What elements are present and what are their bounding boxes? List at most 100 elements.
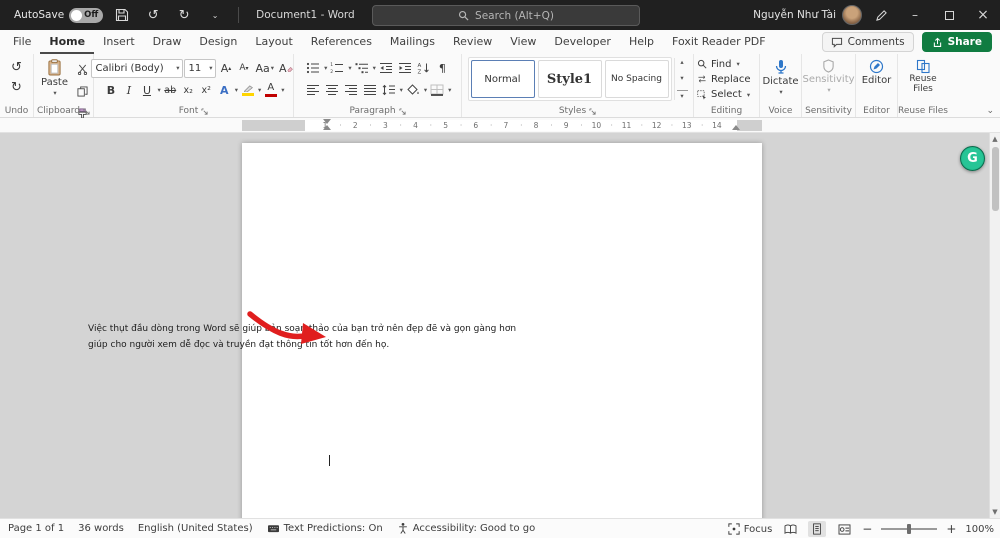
grammarly-icon[interactable]: G xyxy=(960,146,985,171)
numbering-icon[interactable]: 12 xyxy=(328,58,346,78)
web-layout-icon[interactable] xyxy=(835,521,853,537)
font-size-combo[interactable]: 11 ▾ xyxy=(184,59,216,78)
undo-icon[interactable]: ↺ xyxy=(8,57,25,77)
show-paragraph-marks-icon[interactable]: ¶ xyxy=(434,58,451,78)
italic-button[interactable]: I xyxy=(120,80,137,100)
subscript-button[interactable]: x₂ xyxy=(180,80,197,100)
tab-developer[interactable]: Developer xyxy=(545,30,620,54)
horizontal-ruler[interactable]: 1 2 3 4 5 6 7 8 9 10 11 12 13 14 xyxy=(0,118,1000,133)
change-case-button[interactable]: Aa▾ xyxy=(253,58,276,78)
highlight-button[interactable] xyxy=(239,80,256,100)
tab-references[interactable]: References xyxy=(302,30,381,54)
sensitivity-button[interactable]: Sensitivity ▾ xyxy=(798,57,858,96)
inking-pen-icon[interactable] xyxy=(866,0,896,30)
dictate-button[interactable]: Dictate ▾ xyxy=(758,57,802,98)
right-indent-marker[interactable] xyxy=(732,125,740,130)
copy-icon[interactable] xyxy=(74,81,91,101)
styles-scroll-down-icon[interactable]: ▾ xyxy=(677,74,688,82)
shading-icon[interactable] xyxy=(404,80,422,100)
borders-dropdown-icon[interactable]: ▾ xyxy=(448,86,451,94)
font-dialog-launcher-icon[interactable] xyxy=(201,108,208,115)
tab-home[interactable]: Home xyxy=(40,30,94,54)
tab-mailings[interactable]: Mailings xyxy=(381,30,444,54)
font-color-dropdown-icon[interactable]: ▾ xyxy=(281,86,284,94)
share-button[interactable]: Share xyxy=(922,32,992,52)
select-button[interactable]: Select ▾ xyxy=(697,88,756,102)
strikethrough-button[interactable]: ab xyxy=(162,80,179,100)
style-no-spacing[interactable]: No Spacing xyxy=(605,60,669,98)
left-indent-marker[interactable] xyxy=(323,125,331,130)
line-spacing-dropdown-icon[interactable]: ▾ xyxy=(400,86,403,94)
increase-indent-icon[interactable] xyxy=(396,58,414,78)
tab-draw[interactable]: Draw xyxy=(144,30,191,54)
vertical-scrollbar[interactable]: ▲ ▼ xyxy=(989,133,1000,518)
style-style1[interactable]: Style1 xyxy=(538,60,602,98)
undo-quick-icon[interactable]: ↺ xyxy=(141,3,165,27)
zoom-out-icon[interactable]: − xyxy=(862,522,872,536)
bullets-dropdown-icon[interactable]: ▾ xyxy=(324,64,327,72)
cut-icon[interactable] xyxy=(74,59,91,79)
language-indicator[interactable]: English (United States) xyxy=(138,523,253,534)
scroll-down-icon[interactable]: ▼ xyxy=(992,506,997,518)
styles-dialog-launcher-icon[interactable] xyxy=(589,108,596,115)
tab-insert[interactable]: Insert xyxy=(94,30,144,54)
clear-formatting-button[interactable]: A xyxy=(277,58,296,78)
first-line-indent-marker[interactable] xyxy=(323,119,331,124)
justify-icon[interactable] xyxy=(361,80,379,100)
grow-font-button[interactable]: A▴ xyxy=(217,58,234,78)
align-left-icon[interactable] xyxy=(304,80,322,100)
text-effects-button[interactable]: A xyxy=(216,80,233,100)
numbering-dropdown-icon[interactable]: ▾ xyxy=(348,64,351,72)
scroll-up-icon[interactable]: ▲ xyxy=(992,133,997,145)
bullets-icon[interactable] xyxy=(304,58,322,78)
accessibility-item[interactable]: Accessibility: Good to go xyxy=(397,522,536,535)
save-icon[interactable] xyxy=(110,3,134,27)
font-color-button[interactable]: A xyxy=(262,80,279,100)
styles-scroll-up-icon[interactable]: ▴ xyxy=(677,58,688,66)
reuse-files-button[interactable]: Reuse Files xyxy=(897,57,949,97)
align-center-icon[interactable] xyxy=(323,80,341,100)
repeat-icon[interactable]: ↻ xyxy=(8,77,25,97)
line-spacing-icon[interactable] xyxy=(380,80,398,100)
bold-button[interactable]: B xyxy=(102,80,119,100)
comments-button[interactable]: Comments xyxy=(822,32,914,52)
superscript-button[interactable]: x² xyxy=(198,80,215,100)
focus-button[interactable]: Focus xyxy=(728,523,773,535)
avatar[interactable] xyxy=(842,5,862,25)
autosave-toggle[interactable]: AutoSave Off xyxy=(14,8,103,23)
zoom-slider[interactable] xyxy=(881,528,937,530)
scrollbar-thumb[interactable] xyxy=(992,147,999,211)
tab-foxit-reader-pdf[interactable]: Foxit Reader PDF xyxy=(663,30,775,54)
read-mode-icon[interactable] xyxy=(781,521,799,537)
sort-icon[interactable]: AZ xyxy=(415,58,433,78)
page-indicator[interactable]: Page 1 of 1 xyxy=(8,523,64,534)
styles-more-icon[interactable]: ▾ xyxy=(677,90,688,100)
zoom-level[interactable]: 100% xyxy=(965,524,994,535)
shrink-font-button[interactable]: A▾ xyxy=(235,58,252,78)
tab-design[interactable]: Design xyxy=(190,30,246,54)
maximize-button[interactable] xyxy=(934,0,964,30)
multilevel-list-icon[interactable] xyxy=(353,58,371,78)
tab-help[interactable]: Help xyxy=(620,30,663,54)
font-name-combo[interactable]: Calibri (Body) ▾ xyxy=(91,59,183,78)
replace-button[interactable]: Replace xyxy=(697,72,756,86)
align-right-icon[interactable] xyxy=(342,80,360,100)
clipboard-dialog-launcher-icon[interactable] xyxy=(83,108,90,115)
autosave-switch[interactable]: Off xyxy=(69,8,103,23)
customize-quick-access-icon[interactable]: ⌄ xyxy=(203,3,227,27)
find-button[interactable]: Find ▾ xyxy=(697,57,756,71)
tab-view[interactable]: View xyxy=(501,30,545,54)
decrease-indent-icon[interactable] xyxy=(377,58,395,78)
tab-layout[interactable]: Layout xyxy=(246,30,301,54)
highlight-dropdown-icon[interactable]: ▾ xyxy=(258,86,261,94)
paragraph-dialog-launcher-icon[interactable] xyxy=(399,108,406,115)
minimize-button[interactable]: – xyxy=(900,0,930,30)
paste-dropdown-icon[interactable]: ▾ xyxy=(53,89,56,97)
shading-dropdown-icon[interactable]: ▾ xyxy=(424,86,427,94)
borders-icon[interactable] xyxy=(428,80,446,100)
multilevel-dropdown-icon[interactable]: ▾ xyxy=(373,64,376,72)
text-effects-dropdown-icon[interactable]: ▾ xyxy=(235,86,238,94)
zoom-slider-thumb[interactable] xyxy=(907,524,911,534)
paste-button[interactable]: Paste ▾ xyxy=(37,57,72,99)
close-button[interactable]: × xyxy=(968,0,998,30)
